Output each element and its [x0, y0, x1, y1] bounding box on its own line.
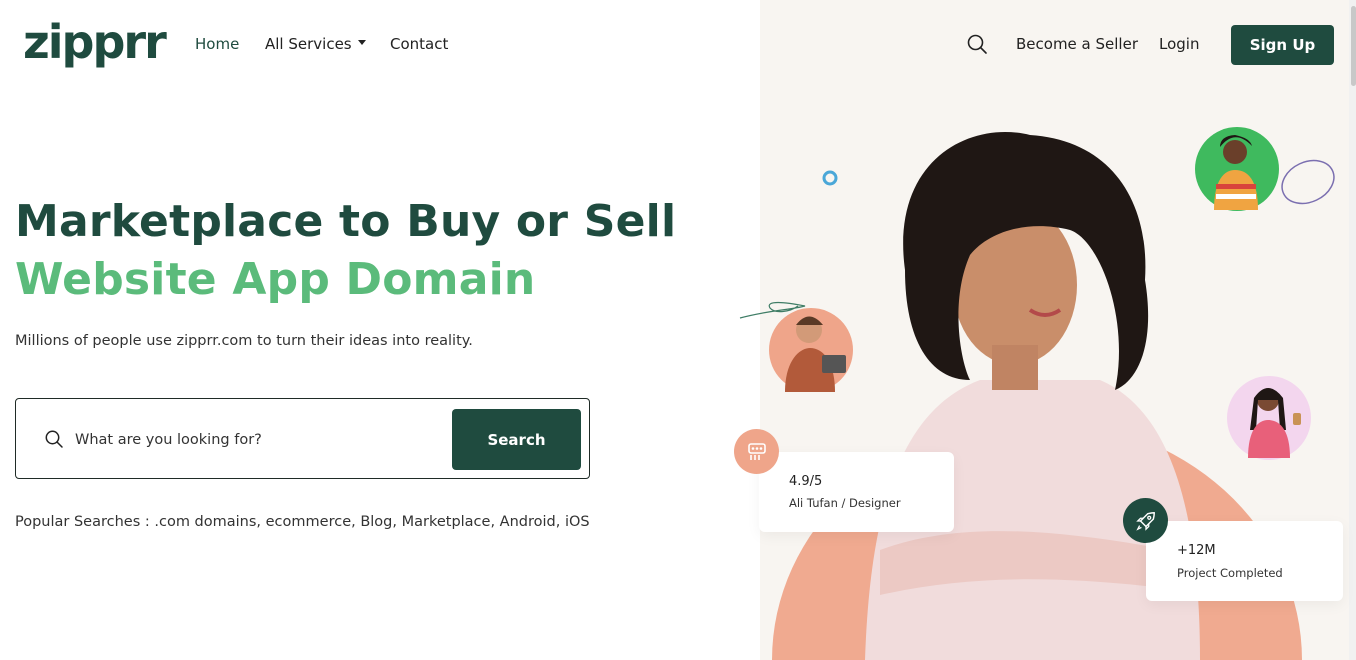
- hero-heading-line2: Website App Domain: [15, 254, 536, 305]
- rating-value: 4.9/5: [789, 474, 823, 489]
- hero-heading-line1: Marketplace to Buy or Sell: [15, 196, 677, 247]
- projects-value: +12M: [1177, 543, 1216, 558]
- popular-searches-items[interactable]: .com domains, ecommerce, Blog, Marketpla…: [154, 514, 589, 530]
- caret-down-icon: [357, 40, 366, 45]
- rating-subtitle: Ali Tufan / Designer: [789, 496, 901, 510]
- search-field-icon: [45, 430, 63, 448]
- popular-searches: Popular Searches : .com domains, ecommer…: [15, 514, 590, 530]
- search-button[interactable]: Search: [452, 409, 581, 470]
- become-seller-link[interactable]: Become a Seller: [1016, 34, 1138, 54]
- popular-searches-label: Popular Searches :: [15, 514, 150, 530]
- nav-all-services-dropdown[interactable]: All Services: [265, 34, 366, 54]
- rocket-icon: [1123, 498, 1168, 543]
- search-icon[interactable]: [966, 33, 988, 55]
- zipprr-logo[interactable]: zipprr: [23, 12, 167, 72]
- scrollbar-thumb[interactable]: [1351, 6, 1356, 86]
- projects-subtitle: Project Completed: [1177, 566, 1283, 580]
- avatar-woman-top: [1195, 127, 1279, 211]
- nav-all-services-label: All Services: [265, 35, 352, 53]
- projects-card: +12M Project Completed: [1146, 521, 1343, 601]
- avatar-woman-right: [1227, 376, 1311, 460]
- nav-contact-link[interactable]: Contact: [390, 34, 448, 54]
- login-link[interactable]: Login: [1159, 34, 1199, 54]
- avatar-man: [769, 308, 853, 392]
- search-input[interactable]: [75, 428, 435, 452]
- scrollbar-track[interactable]: [1349, 0, 1356, 660]
- users-icon: [734, 429, 779, 474]
- rating-card: 4.9/5 Ali Tufan / Designer: [759, 452, 954, 532]
- nav-home-link[interactable]: Home: [195, 34, 239, 54]
- sign-up-button[interactable]: Sign Up: [1231, 25, 1334, 65]
- hero-subtitle: Millions of people use zipprr.com to tur…: [15, 333, 473, 349]
